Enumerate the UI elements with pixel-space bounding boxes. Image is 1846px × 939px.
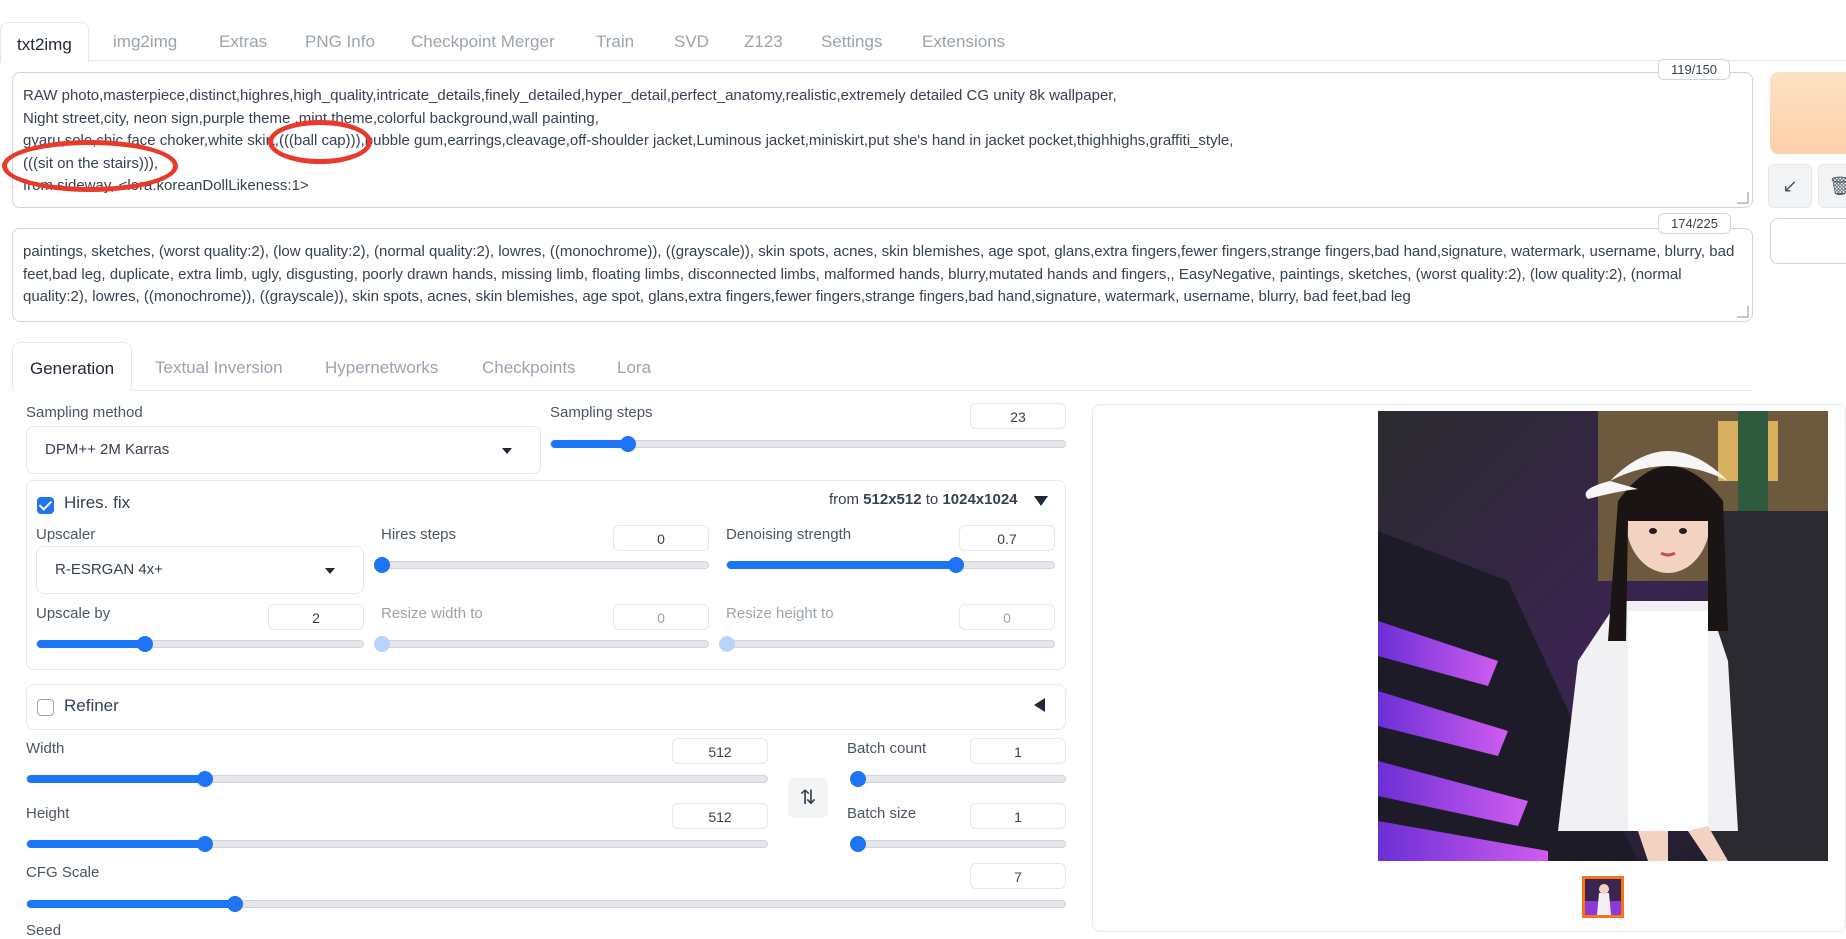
- annotation-circle: [268, 120, 372, 164]
- annotation-circle: [2, 140, 178, 192]
- seed-label: Seed: [26, 922, 62, 939]
- prompt-token-counter: 119/150: [1658, 59, 1731, 80]
- hires-steps-label: Hires steps: [381, 526, 457, 543]
- tab-settings[interactable]: Settings: [821, 20, 882, 59]
- upscale-by-slider[interactable]: [36, 636, 364, 652]
- generated-image[interactable]: [1378, 411, 1828, 861]
- chevron-down-icon: [325, 568, 335, 574]
- chevron-down-icon: [502, 448, 512, 454]
- upscale-by-input[interactable]: 2: [268, 604, 364, 630]
- sampling-method-label: Sampling method: [26, 404, 143, 421]
- cfg-scale-label: CFG Scale: [26, 864, 100, 881]
- refiner-group[interactable]: [26, 684, 1066, 730]
- height-label: Height: [26, 805, 70, 822]
- from-size: 512x512: [863, 491, 922, 508]
- arrow-icon[interactable]: ↙: [1768, 164, 1812, 208]
- tab-textual-inversion[interactable]: Textual Inversion: [155, 342, 283, 389]
- negative-prompt-text: paintings, sketches, (worst quality:2), …: [23, 243, 1735, 305]
- tab-txt2img[interactable]: txt2img: [0, 22, 89, 63]
- tab-checkpoints[interactable]: Checkpoints: [482, 342, 576, 389]
- upscaler-value: R-ESRGAN 4x+: [55, 561, 163, 578]
- batch-size-input[interactable]: 1: [970, 803, 1066, 829]
- resize-height-slider[interactable]: [719, 636, 1055, 652]
- hires-fix-label: Hires. fix: [64, 493, 131, 512]
- resize-height-input[interactable]: 0: [959, 604, 1055, 630]
- cfg-scale-slider[interactable]: [26, 896, 1066, 912]
- tab-train[interactable]: Train: [596, 20, 634, 59]
- denoising-strength-input[interactable]: 0.7: [959, 525, 1055, 551]
- swap-dimensions-button[interactable]: ⇅: [788, 778, 828, 818]
- batch-count-input[interactable]: 1: [970, 738, 1066, 764]
- negative-token-counter: 174/225: [1658, 213, 1731, 234]
- from-text: from: [829, 491, 859, 508]
- upscaler-label: Upscaler: [36, 526, 96, 543]
- resize-handle[interactable]: [1737, 306, 1749, 318]
- tab-generation[interactable]: Generation: [12, 342, 133, 391]
- upscale-by-label: Upscale by: [36, 605, 111, 622]
- swap-icon: ⇅: [799, 787, 817, 809]
- gallery-thumbnail[interactable]: [1582, 876, 1624, 918]
- to-text: to: [925, 491, 939, 508]
- denoising-strength-label: Denoising strength: [726, 526, 852, 543]
- hires-fix-checkbox[interactable]: [37, 497, 54, 514]
- batch-count-slider[interactable]: [850, 771, 1066, 787]
- trash-icon[interactable]: 🗑: [1818, 164, 1846, 208]
- width-label: Width: [26, 740, 65, 757]
- width-slider[interactable]: [26, 771, 768, 787]
- batch-count-label: Batch count: [847, 740, 927, 757]
- negative-prompt-textarea[interactable]: paintings, sketches, (worst quality:2), …: [12, 228, 1753, 322]
- sampling-method-value: DPM++ 2M Karras: [45, 441, 170, 458]
- hires-steps-slider[interactable]: [374, 557, 709, 573]
- height-input[interactable]: 512: [672, 803, 768, 829]
- tab-hypernetworks[interactable]: Hypernetworks: [325, 342, 438, 389]
- tab-png-info[interactable]: PNG Info: [305, 20, 375, 59]
- main-tab-bar: txt2img img2img Extras PNG Info Checkpoi…: [0, 20, 1846, 63]
- batch-size-label: Batch size: [847, 805, 917, 822]
- resize-width-input[interactable]: 0: [613, 604, 709, 630]
- tab-checkpoint-merger[interactable]: Checkpoint Merger: [411, 20, 555, 59]
- cfg-scale-input[interactable]: 7: [970, 863, 1066, 889]
- thumbnail-illustration: [1585, 879, 1621, 915]
- height-slider[interactable]: [26, 836, 768, 852]
- refiner-checkbox[interactable]: [37, 699, 54, 716]
- resize-width-slider[interactable]: [374, 636, 709, 652]
- refiner-label: Refiner: [64, 696, 119, 715]
- styles-dropdown[interactable]: [1770, 218, 1846, 264]
- tab-lora[interactable]: Lora: [617, 342, 651, 389]
- upscaler-select[interactable]: R-ESRGAN 4x+: [36, 546, 364, 594]
- tab-svd[interactable]: SVD: [674, 20, 709, 59]
- sampling-steps-slider[interactable]: [550, 436, 1066, 452]
- width-input[interactable]: 512: [672, 738, 768, 764]
- prompt-line: from sideway, <lora:koreanDollLikeness:1…: [23, 177, 309, 194]
- batch-size-slider[interactable]: [850, 836, 1066, 852]
- prompt-line: RAW photo,masterpiece,distinct,highres,h…: [23, 87, 1117, 104]
- generate-button[interactable]: [1770, 72, 1846, 154]
- hires-size-summary: from 512x512 to 1024x1024: [829, 491, 1018, 508]
- to-size: 1024x1024: [942, 491, 1018, 508]
- resize-width-label: Resize width to: [381, 605, 483, 622]
- denoising-strength-slider[interactable]: [726, 557, 1055, 573]
- tab-img2img[interactable]: img2img: [113, 20, 177, 59]
- tab-z123[interactable]: Z123: [744, 20, 783, 59]
- expand-triangle-icon[interactable]: [1034, 698, 1045, 712]
- collapse-triangle-icon[interactable]: [1034, 496, 1048, 506]
- generated-image-illustration: [1378, 411, 1828, 861]
- tab-extensions[interactable]: Extensions: [922, 20, 1005, 59]
- resize-handle[interactable]: [1737, 192, 1749, 204]
- generation-tab-bar: Generation Textual Inversion Hypernetwor…: [12, 342, 1752, 391]
- resize-height-label: Resize height to: [726, 605, 834, 622]
- tab-extras[interactable]: Extras: [219, 20, 267, 59]
- sampling-steps-input[interactable]: 23: [970, 403, 1066, 429]
- hires-steps-input[interactable]: 0: [613, 525, 709, 551]
- sampling-method-select[interactable]: DPM++ 2M Karras: [26, 426, 541, 474]
- sampling-steps-label: Sampling steps: [550, 404, 653, 421]
